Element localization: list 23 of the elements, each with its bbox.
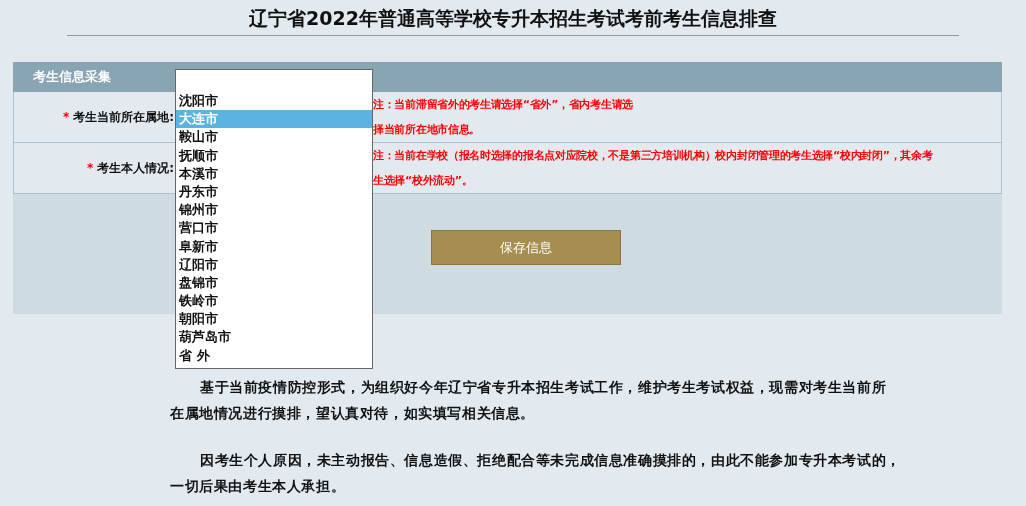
dropdown-option[interactable]: 丹东市 [176,182,372,202]
page-title: 辽宁省2022年普通高等学校专升本招生考试考前考生信息排查 [67,6,959,36]
dropdown-option[interactable]: 辽阳市 [176,255,372,274]
dropdown-option[interactable]: 营口市 [176,219,372,238]
dropdown-option[interactable]: 省 外 [176,346,372,365]
dropdown-option[interactable]: 阜新市 [176,237,372,256]
dropdown-option[interactable]: 沈阳市 [176,92,372,111]
note-text: 注：当前在学校（报名时选择的报名点对应院校，不是第三方培训机构）校内封闭管理的考生选择“校内封闭”，其余考 生选择“校外流动”。 [373,148,933,189]
required-mark: * [62,110,70,124]
dropdown-option[interactable]: 本溪市 [176,164,372,183]
dropdown-option[interactable]: 葫芦岛市 [176,328,372,347]
dropdown-option[interactable]: 鞍山市 [176,128,372,147]
field-label: 考生本人情况: [97,159,174,177]
dropdown-option[interactable]: 铁岭市 [176,292,372,311]
note-text: 注：当前滞留省外的考生请选择“省外”，省内考生请选 择当前所在地市信息。 [373,97,633,138]
notice-paragraph: 基于当前疫情防控形式，为组织好今年辽宁省专升本招生考试工作，维护考生考试权益，现需对考生当前所 在属地情况进行摸排，望认真对待，如实填写相关信息。 [170,378,888,423]
field-label: 考生当前所在属地: [73,108,174,126]
dropdown-option[interactable]: 盘锦市 [176,273,372,293]
dropdown-option[interactable]: 抚顺市 [176,146,372,165]
dropdown-option[interactable]: 锦州市 [176,201,372,220]
dropdown-option[interactable]: 朝阳市 [176,310,372,329]
notice-paragraph: 因考生个人原因，未主动报告、信息造假、拒绝配合等未完成信息准确摸排的，由此不能参加专升本考试的， 一切后果由考生本人承担。 [170,451,902,496]
required-mark: * [86,161,94,175]
